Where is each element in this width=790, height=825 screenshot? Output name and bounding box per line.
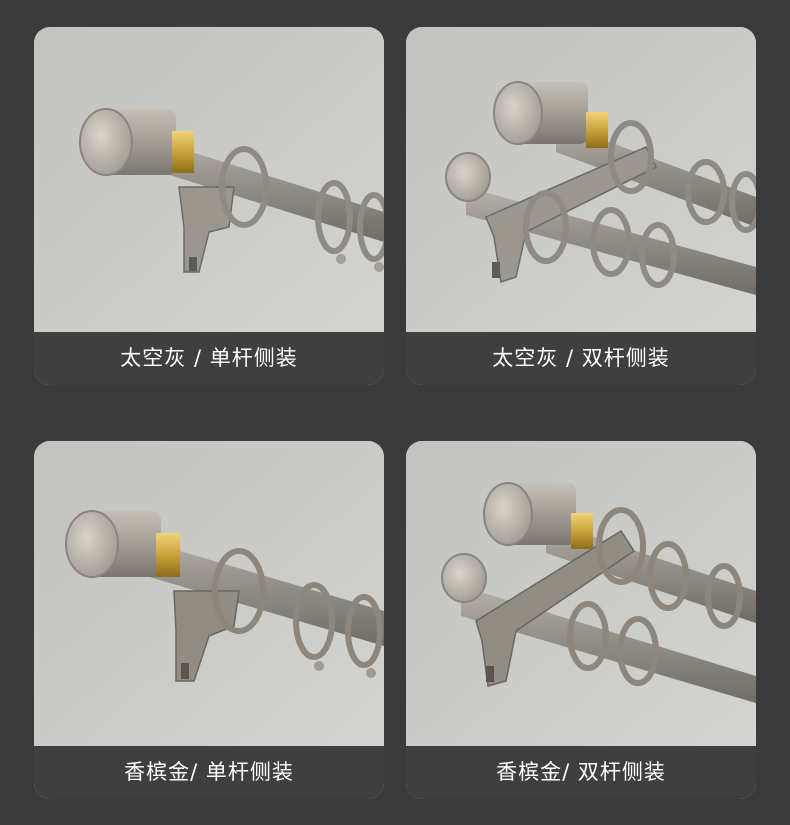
variant-caption: 太空灰 / 双杆侧装 [406,332,756,385]
product-variant-grid: { "variants": [ { "caption": "太空灰 / 单杆侧装… [0,0,790,825]
product-photo-champagne-gold-double-rod [406,441,756,746]
variant-caption: 太空灰 / 单杆侧装 [34,332,384,385]
variant-card-champagne-gold-double[interactable]: 香槟金/ 双杆侧装 [406,441,756,799]
variant-card-champagne-gold-single[interactable]: 香槟金/ 单杆侧装 [34,441,384,799]
product-photo-space-gray-double-rod [406,27,756,332]
product-photo-space-gray-single-rod [34,27,384,332]
variant-caption: 香槟金/ 单杆侧装 [34,746,384,799]
product-photo-champagne-gold-single-rod [34,441,384,746]
variant-card-space-gray-double[interactable]: 太空灰 / 双杆侧装 [406,27,756,385]
variant-card-space-gray-single[interactable]: 太空灰 / 单杆侧装 [34,27,384,385]
variant-caption: 香槟金/ 双杆侧装 [406,746,756,799]
